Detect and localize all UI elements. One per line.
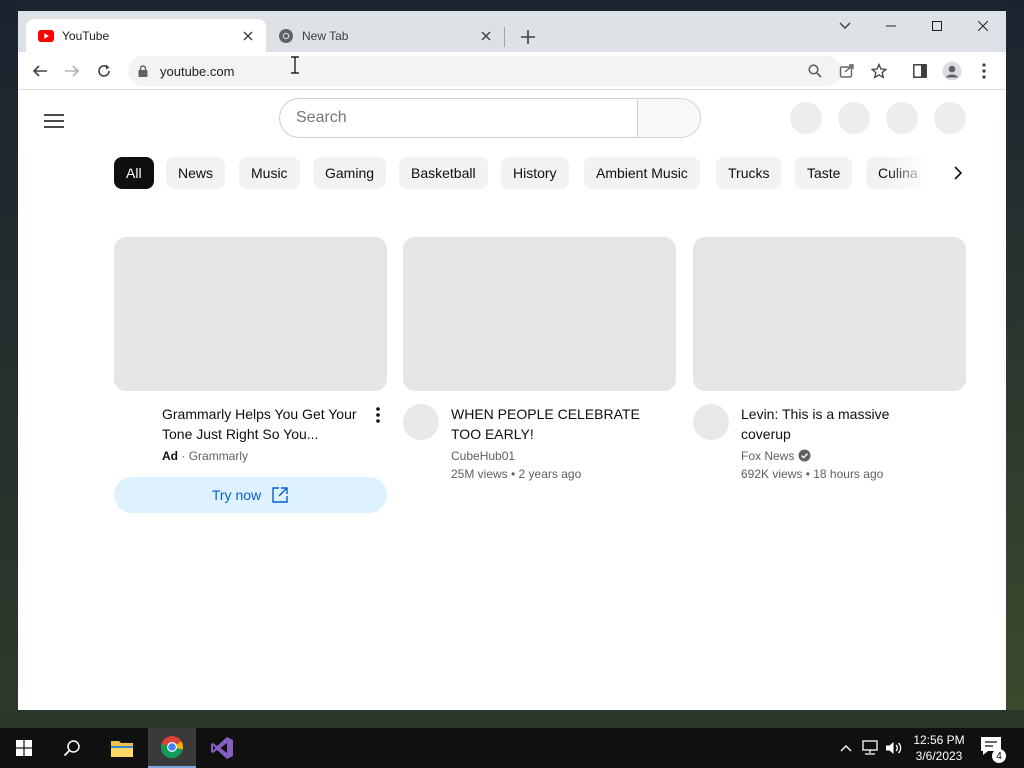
network-icon[interactable] <box>860 738 880 758</box>
youtube-icon <box>38 28 54 44</box>
url-text[interactable]: youtube.com <box>160 64 234 79</box>
channel-name[interactable]: Fox News <box>741 449 794 463</box>
try-now-button[interactable]: Try now <box>114 477 387 513</box>
header-icon-placeholder[interactable] <box>790 102 822 134</box>
chip-all[interactable]: All <box>114 157 154 189</box>
video-thumbnail-placeholder[interactable] <box>403 237 676 391</box>
notification-count-badge: 4 <box>992 749 1006 763</box>
close-tab-icon[interactable] <box>240 28 256 44</box>
taskbar-clock[interactable]: 12:56 PM 3/6/2023 <box>905 732 973 764</box>
video-thumbnail-placeholder[interactable] <box>693 237 966 391</box>
kebab-menu-icon[interactable] <box>970 57 998 85</box>
maximize-button[interactable] <box>914 11 960 41</box>
tab-search-button[interactable] <box>822 11 868 41</box>
volume-icon[interactable] <box>884 738 904 758</box>
tab-separator <box>504 27 505 47</box>
lock-icon[interactable] <box>138 64 148 82</box>
search-icon[interactable] <box>806 62 824 80</box>
chevron-right-icon[interactable] <box>946 161 970 185</box>
chip-ambient-music[interactable]: Ambient Music <box>584 157 700 189</box>
avatar-placeholder[interactable] <box>934 102 966 134</box>
forward-button[interactable] <box>58 57 86 85</box>
new-tab-button[interactable] <box>514 23 542 51</box>
video-title[interactable]: Levin: This is a massive coverup <box>741 404 941 444</box>
visual-studio-icon[interactable] <box>198 728 246 768</box>
file-explorer-icon[interactable] <box>98 728 146 768</box>
desktop-wallpaper-right <box>1006 0 1024 710</box>
header-icon-placeholder[interactable] <box>886 102 918 134</box>
external-link-icon <box>271 486 289 504</box>
advertiser-name[interactable]: Grammarly <box>189 449 248 463</box>
channel-name[interactable]: CubeHub01 <box>451 447 515 465</box>
back-button[interactable] <box>26 57 54 85</box>
tab-new-tab[interactable]: New Tab <box>266 19 504 52</box>
channel-name-row: Fox News <box>741 447 811 465</box>
ad-label: Ad <box>162 449 178 463</box>
chip-taste[interactable]: Taste <box>795 157 853 189</box>
youtube-page: Search All News Music Gaming Basketball … <box>18 90 1006 710</box>
chrome-taskbar-icon[interactable] <box>148 728 196 768</box>
video-card: WHEN PEOPLE CELEBRATE TOO EARLY! CubeHub… <box>403 237 676 481</box>
profile-avatar-icon[interactable] <box>938 57 966 85</box>
tab-title: New Tab <box>302 28 349 43</box>
browser-window: YouTube New Tab youtube.com Search All N… <box>18 11 1006 710</box>
address-bar[interactable]: youtube.com <box>128 56 887 86</box>
search-placeholder: Search <box>296 109 347 126</box>
windows-start-icon[interactable] <box>0 728 48 768</box>
bookmark-star-icon[interactable] <box>870 62 888 80</box>
channel-avatar[interactable] <box>693 404 729 440</box>
ad-card: Grammarly Helps You Get Your Tone Just R… <box>114 237 387 513</box>
browser-toolbar: youtube.com <box>18 52 1006 90</box>
ad-meta: Ad · Grammarly <box>162 447 248 465</box>
tab-strip: YouTube New Tab <box>18 11 1006 52</box>
side-panel-icon[interactable] <box>906 57 934 85</box>
video-stats: 692K views • 18 hours ago <box>741 467 884 481</box>
video-card: Levin: This is a massive coverup Fox New… <box>693 237 966 481</box>
close-window-button[interactable] <box>960 11 1006 41</box>
more-vert-icon[interactable] <box>369 404 387 426</box>
video-title[interactable]: Grammarly Helps You Get Your Tone Just R… <box>162 404 362 444</box>
reload-button[interactable] <box>90 57 118 85</box>
verified-check-icon <box>798 449 811 462</box>
chip-basketball[interactable]: Basketball <box>399 157 488 189</box>
chip-gaming[interactable]: Gaming <box>313 157 387 189</box>
chip-bar-fade <box>888 157 948 189</box>
desktop-wallpaper-top <box>0 0 1024 11</box>
share-icon[interactable] <box>838 62 856 80</box>
search-button[interactable] <box>637 98 701 138</box>
search-icon[interactable] <box>48 728 96 768</box>
search-input[interactable]: Search <box>279 98 638 138</box>
chip-news[interactable]: News <box>166 157 226 189</box>
cta-label: Try now <box>211 487 262 503</box>
video-thumbnail-placeholder[interactable] <box>114 237 387 391</box>
channel-avatar[interactable] <box>403 404 439 440</box>
header-icon-placeholder[interactable] <box>838 102 870 134</box>
clock-time: 12:56 PM <box>913 733 965 747</box>
desktop-wallpaper-left <box>0 0 18 710</box>
tab-youtube[interactable]: YouTube <box>26 19 266 52</box>
category-chip-bar: All News Music Gaming Basketball History… <box>114 157 954 189</box>
chrome-icon <box>278 28 294 44</box>
chip-trucks[interactable]: Trucks <box>716 157 782 189</box>
chip-music[interactable]: Music <box>239 157 300 189</box>
chevron-up-icon[interactable] <box>836 738 856 758</box>
video-title[interactable]: WHEN PEOPLE CELEBRATE TOO EARLY! <box>451 404 651 444</box>
video-stats: 25M views • 2 years ago <box>451 467 582 481</box>
taskbar: 12:56 PM 3/6/2023 4 <box>0 728 1024 768</box>
close-tab-icon[interactable] <box>478 28 494 44</box>
meta-separator: · <box>181 449 186 463</box>
chip-history[interactable]: History <box>501 157 569 189</box>
tab-title: YouTube <box>62 28 110 43</box>
clock-date: 3/6/2023 <box>915 749 963 763</box>
minimize-button[interactable] <box>868 11 914 41</box>
hamburger-menu-icon[interactable] <box>38 105 70 137</box>
